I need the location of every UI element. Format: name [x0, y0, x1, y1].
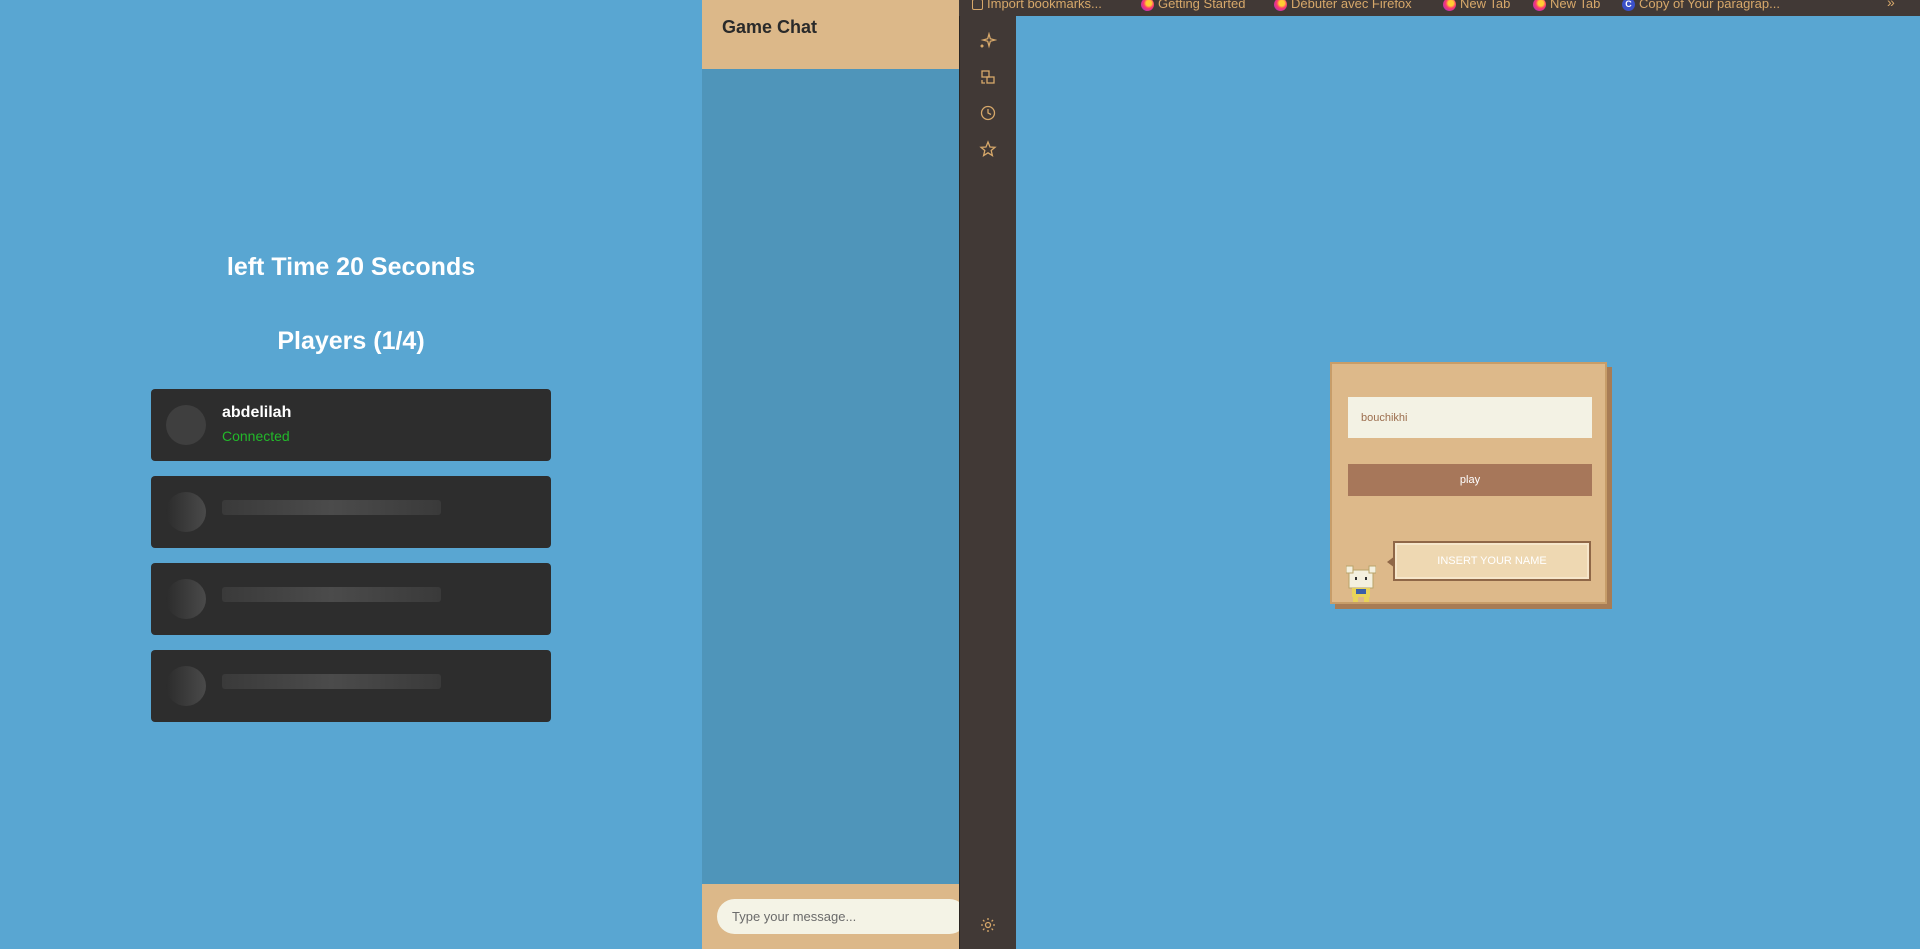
avatar-placeholder	[166, 492, 206, 532]
player-name: abdelilah	[222, 404, 292, 421]
bookmark-item[interactable]: Getting Started	[1141, 0, 1245, 12]
firefox-icon	[1443, 0, 1456, 11]
bookmark-item[interactable]: C Copy of Your paragrap...	[1622, 0, 1780, 12]
browser-sidebar	[959, 0, 1016, 949]
player-card: abdelilah Connected	[151, 389, 551, 461]
mascot-character-icon	[1346, 565, 1376, 602]
empty-player-slot	[151, 563, 551, 635]
name-input[interactable]	[1348, 397, 1592, 438]
chat-message-input[interactable]	[717, 899, 967, 934]
bookmarks-bar: Import bookmarks... Getting Started Débu…	[959, 0, 1920, 16]
bookmark-item[interactable]: New Tab	[1533, 0, 1600, 12]
gear-icon[interactable]	[979, 916, 997, 934]
game-chat-panel: Game Chat	[702, 0, 967, 949]
bookmark-label: Getting Started	[1158, 0, 1246, 11]
name-placeholder	[222, 674, 441, 689]
firefox-icon	[1274, 0, 1287, 11]
firefox-icon	[1141, 0, 1154, 11]
chat-header: Game Chat	[702, 0, 959, 69]
empty-player-slot	[151, 650, 551, 722]
name-placeholder	[222, 587, 441, 602]
chat-title: Game Chat	[722, 17, 818, 37]
bookmark-item[interactable]: New Tab	[1443, 0, 1510, 12]
star-icon[interactable]	[979, 140, 997, 158]
speech-bubble: INSERT YOUR NAME	[1387, 541, 1591, 581]
player-status: Connected	[222, 428, 290, 444]
sparkle-icon[interactable]	[979, 32, 997, 50]
bookmark-label: Copy of Your paragrap...	[1639, 0, 1780, 11]
c-icon: C	[1622, 0, 1635, 11]
sync-tabs-icon[interactable]	[979, 68, 997, 86]
countdown-timer: left Time 20 Seconds	[226, 253, 476, 281]
name-placeholder	[222, 500, 441, 515]
avatar	[166, 405, 206, 445]
chevron-overflow-icon[interactable]: »	[1887, 0, 1895, 10]
bookmark-label: Débuter avec Firefox	[1291, 0, 1412, 11]
bookmark-item[interactable]: Débuter avec Firefox	[1274, 0, 1412, 12]
empty-player-slot	[151, 476, 551, 548]
bookmark-label: Import bookmarks...	[987, 0, 1102, 11]
import-icon	[972, 0, 983, 10]
bookmark-label: New Tab	[1550, 0, 1601, 11]
avatar-placeholder	[166, 579, 206, 619]
bookmark-item[interactable]: Import bookmarks...	[972, 0, 1102, 12]
lobby-panel: left Time 20 Seconds Players (1/4) abdel…	[0, 0, 702, 949]
avatar-placeholder	[166, 666, 206, 706]
players-title: Players (1/4)	[277, 327, 425, 355]
history-icon[interactable]	[979, 104, 997, 122]
play-button[interactable]: play	[1348, 464, 1592, 496]
firefox-icon	[1533, 0, 1546, 11]
login-panel: play INSERT YOUR NAME	[1330, 362, 1607, 604]
chat-footer	[702, 884, 967, 949]
bookmark-label: New Tab	[1460, 0, 1511, 11]
